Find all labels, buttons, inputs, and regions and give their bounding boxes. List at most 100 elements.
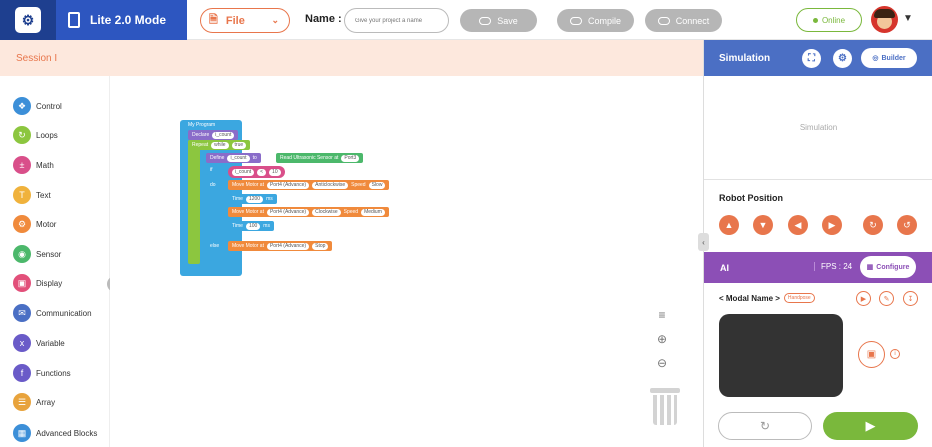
rotate-anticlockwise-icon[interactable]: ↺ [897, 215, 917, 235]
variable-icon: x [13, 334, 31, 352]
reset-button[interactable]: ↻ [718, 412, 812, 440]
video-camera-icon[interactable]: ▣ [858, 341, 885, 368]
project-name-input[interactable] [344, 8, 449, 33]
compile-icon [569, 16, 582, 25]
operator-field[interactable]: < [257, 168, 267, 176]
read-sensor-block[interactable]: Read Ultrasonic Sensor at Port3 [276, 153, 364, 163]
move-motor-block[interactable]: Move Motor at Port4 (Advance) Stop [228, 241, 333, 251]
configure-button[interactable]: ▦ Configure [860, 256, 916, 278]
download-icon[interactable]: ↧ [903, 291, 918, 306]
move-right-icon[interactable]: ▶ [822, 215, 842, 235]
compile-button[interactable]: Compile [557, 9, 634, 32]
if-block[interactable]: if [206, 165, 217, 175]
model-selector[interactable]: < Modal Name > Handpose [719, 293, 815, 303]
move-up-icon[interactable]: ▲ [719, 215, 739, 235]
ai-title: AI [720, 262, 729, 273]
display-icon: ▣ [13, 274, 31, 292]
declare-label: Declare [192, 132, 210, 138]
category-label: Loops [36, 130, 58, 140]
category-text[interactable]: T Text [13, 185, 51, 205]
repeat-block-body[interactable] [188, 140, 200, 264]
move-motor-block[interactable]: Move Motor at Port4 (Advance) Clockwise Spe… [228, 207, 389, 217]
time-field[interactable]: 100 [245, 222, 261, 230]
port-field[interactable]: Port4 (Advance) [266, 181, 310, 189]
speed-field[interactable]: Slow [368, 181, 386, 189]
time-field[interactable]: 1200 [245, 195, 264, 203]
category-array[interactable]: ☰ Array [13, 392, 55, 412]
camera-preview [719, 314, 843, 397]
category-communication[interactable]: ✉ Communication [13, 303, 92, 323]
port-field[interactable]: Port3 [341, 154, 360, 162]
category-sensor[interactable]: ◉ Sensor [13, 244, 61, 264]
move-left-icon[interactable]: ◀ [788, 215, 808, 235]
caret-down-icon[interactable]: ▼ [903, 13, 913, 24]
number-field[interactable]: 10 [269, 168, 281, 176]
category-variable[interactable]: x Variable [13, 333, 65, 353]
direction-field[interactable]: Clockwise [312, 208, 341, 216]
category-label: Motor [36, 219, 57, 229]
declare-block[interactable]: Declare i_count [188, 130, 239, 140]
zoom-in-icon[interactable]: ⊕ [654, 331, 670, 347]
app-logo[interactable]: ⚙ [0, 0, 56, 40]
compare-block[interactable]: i_count <10 [228, 166, 285, 178]
category-loops[interactable]: ↻ Loops [13, 125, 58, 145]
mode-indicator[interactable]: Lite 2.0 Mode [56, 0, 187, 40]
array-icon: ☰ [13, 393, 31, 411]
while-field[interactable]: while [211, 141, 229, 149]
name-label: Name : [305, 13, 342, 25]
center-view-icon[interactable]: ≡ [654, 307, 670, 323]
play-icon: ▶ [865, 418, 876, 433]
trash-icon[interactable] [648, 388, 682, 426]
category-display[interactable]: ▣ Display [13, 273, 62, 293]
block-workspace[interactable]: My Program Declare i_count Repeat while tru… [110, 76, 703, 447]
fullscreen-icon[interactable]: ⛶ [802, 49, 821, 68]
move-motor-label: Move Motor at [232, 209, 264, 215]
port-field[interactable]: Port4 (Advance) [266, 208, 310, 216]
simulation-placeholder: Simulation [799, 123, 838, 132]
variable-field[interactable]: i_count [212, 131, 235, 139]
category-motor[interactable]: ⚙ Motor [13, 214, 56, 234]
direction-field[interactable]: Stop [312, 242, 329, 250]
category-functions[interactable]: f Functions [13, 363, 71, 383]
time-block[interactable]: Time 1200 ms [228, 194, 277, 204]
connect-button[interactable]: Connect [645, 9, 722, 32]
rotate-clockwise-icon[interactable]: ↻ [863, 215, 883, 235]
else-label: else [206, 241, 223, 251]
category-label: Functions [36, 368, 71, 378]
category-label: Array [36, 397, 56, 407]
save-button[interactable]: Save [460, 9, 537, 32]
category-control[interactable]: ❖ Control [13, 96, 62, 116]
category-advanced-blocks[interactable]: ▦ Advanced Blocks [13, 423, 97, 443]
zoom-out-icon[interactable]: ⊖ [654, 355, 670, 371]
settings-gear-icon[interactable]: ⚙ [833, 49, 852, 68]
repeat-while-block[interactable]: Repeat while true [188, 140, 251, 150]
define-label: Define [210, 155, 225, 161]
time-block[interactable]: Time 100 ms [228, 221, 274, 231]
define-block[interactable]: Define i_count to [206, 153, 261, 163]
move-motor-label: Move Motor at [232, 243, 264, 249]
edit-icon[interactable]: ✎ [879, 291, 894, 306]
collapse-right-panel-button[interactable]: ‹ [698, 233, 709, 251]
move-down-icon[interactable]: ▼ [753, 215, 773, 235]
device-icon [68, 12, 80, 28]
direction-field[interactable]: Anticlockwise [312, 181, 349, 189]
category-math[interactable]: ± Math [13, 155, 54, 175]
variable-field[interactable]: i_count [232, 168, 255, 176]
move-motor-block[interactable]: Move Motor at Port4 (Advance) Anticlockwis… [228, 180, 390, 190]
speed-field[interactable]: Medium [361, 208, 385, 216]
builder-button[interactable]: ◎ Builder [861, 48, 917, 68]
file-menu-button[interactable]: 🗎 File ⌄ [200, 8, 290, 33]
info-icon[interactable]: i [890, 349, 900, 359]
play-circle-icon[interactable]: ▶ [856, 291, 871, 306]
condition-field[interactable]: true [231, 141, 247, 149]
variable-field[interactable]: i_count [227, 154, 250, 162]
program-block-header[interactable]: My Program [184, 120, 220, 130]
configure-label: Configure [876, 263, 910, 271]
online-status[interactable]: Online [796, 8, 862, 32]
avatar[interactable] [871, 6, 898, 33]
fps-counter: FPS : 24 [814, 262, 852, 271]
simulation-canvas[interactable]: Simulation [704, 76, 932, 180]
connect-label: Connect [675, 15, 710, 26]
port-field[interactable]: Port4 (Advance) [266, 242, 310, 250]
run-button[interactable]: ▶ [823, 412, 918, 440]
